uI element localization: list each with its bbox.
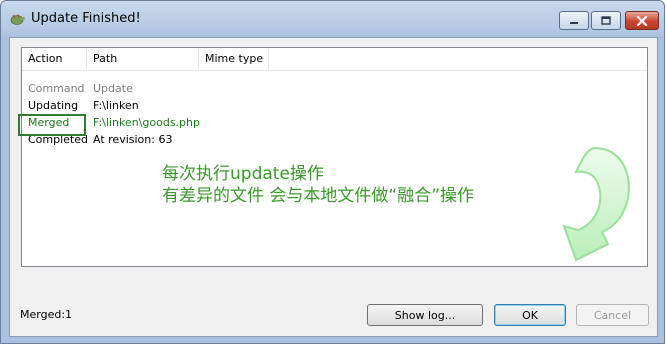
cancel-button[interactable]: Cancel <box>576 304 649 326</box>
merged-highlight-box <box>18 114 86 136</box>
row-path: At revision: 63 <box>93 133 173 146</box>
annotation-line-1: 每次执行update操作 <box>162 164 324 184</box>
ok-button[interactable]: OK <box>494 304 566 326</box>
update-finished-dialog: Update Finished! Action Path Mime type C… <box>0 0 665 344</box>
maximize-button[interactable] <box>591 11 621 30</box>
column-header-action[interactable]: Action <box>22 48 87 70</box>
minimize-icon <box>570 21 578 24</box>
close-button[interactable] <box>625 11 659 30</box>
list-header: Action Path Mime type <box>22 48 647 71</box>
title-bar[interactable]: Update Finished! <box>1 1 664 37</box>
row-path: F:\linken\goods.php <box>93 116 200 129</box>
table-row[interactable]: Merged F:\linken\goods.php <box>22 114 647 131</box>
row-path: Update <box>93 82 133 95</box>
curved-arrow-icon <box>562 146 630 262</box>
results-list[interactable]: Action Path Mime type Command Update Upd… <box>18 47 648 267</box>
maximize-icon <box>601 16 611 25</box>
column-header-path[interactable]: Path <box>87 48 199 70</box>
close-icon <box>636 15 648 26</box>
annotation-line-2: 有差异的文件 会与本地文件做“融合”操作 <box>162 186 475 206</box>
column-header-mime-type[interactable]: Mime type <box>199 48 269 70</box>
tortoisesvn-icon <box>10 14 25 25</box>
dialog-body: Action Path Mime type Command Update Upd… <box>9 37 658 337</box>
row-path: F:\linken <box>93 99 139 112</box>
annotation-text: 每次执行update操作 有差异的文件 会与本地文件做“融合”操作 <box>162 163 474 207</box>
status-text: Merged:1 <box>20 308 73 321</box>
table-row[interactable]: Command Update <box>22 80 647 97</box>
row-action: Command <box>28 82 85 95</box>
minimize-button[interactable] <box>559 11 589 30</box>
show-log-button[interactable]: Show log... <box>367 304 483 326</box>
window-title: Update Finished! <box>31 11 141 26</box>
row-action: Updating <box>28 99 79 112</box>
table-row[interactable]: Updating F:\linken <box>22 97 647 114</box>
